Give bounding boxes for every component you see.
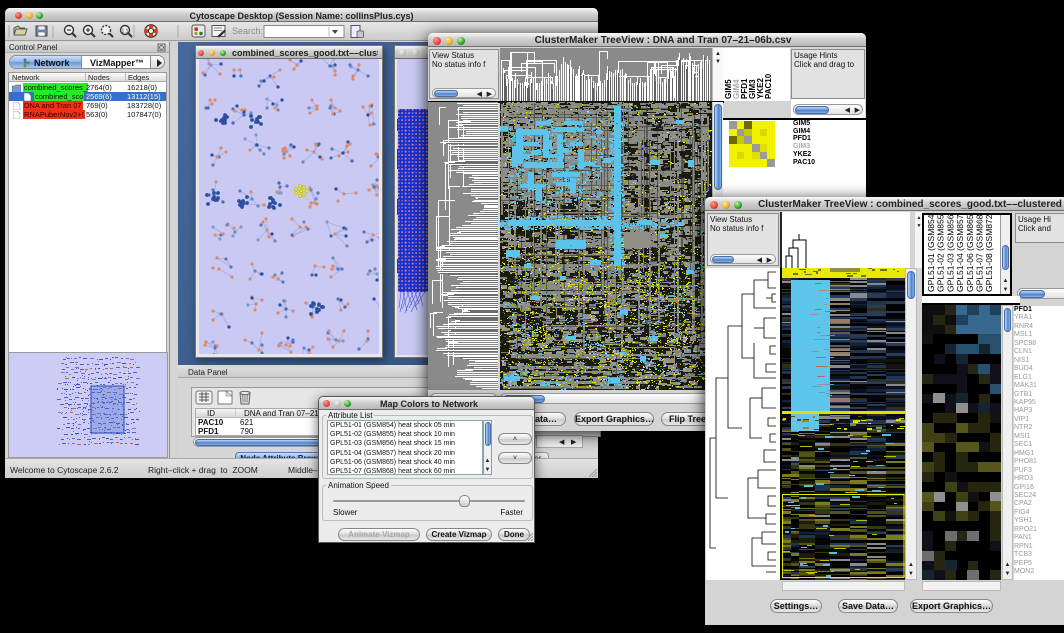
svg-text:GPL51-04 (GSM857): GPL51-04 (GSM857) [955, 215, 965, 292]
svg-text:PAC10: PAC10 [764, 73, 773, 99]
svg-text:1:1: 1:1 [122, 29, 129, 35]
svg-text:GPL51-08 (GSM872): GPL51-08 (GSM872) [984, 215, 994, 292]
svg-text:Search:: Search: [232, 26, 263, 36]
svg-text:GPL51-07 (GSM868): GPL51-07 (GSM868) [975, 215, 985, 292]
svg-text:GPL51-03 (GSM856): GPL51-03 (GSM856) [945, 215, 955, 292]
svg-text:GPL51-06 (GSM865): GPL51-06 (GSM865) [965, 215, 975, 292]
svg-text:GPL51-02 (GSM855): GPL51-02 (GSM855) [936, 215, 946, 292]
svg-text:GPL51-01 (GSM854): GPL51-01 (GSM854) [926, 215, 936, 292]
